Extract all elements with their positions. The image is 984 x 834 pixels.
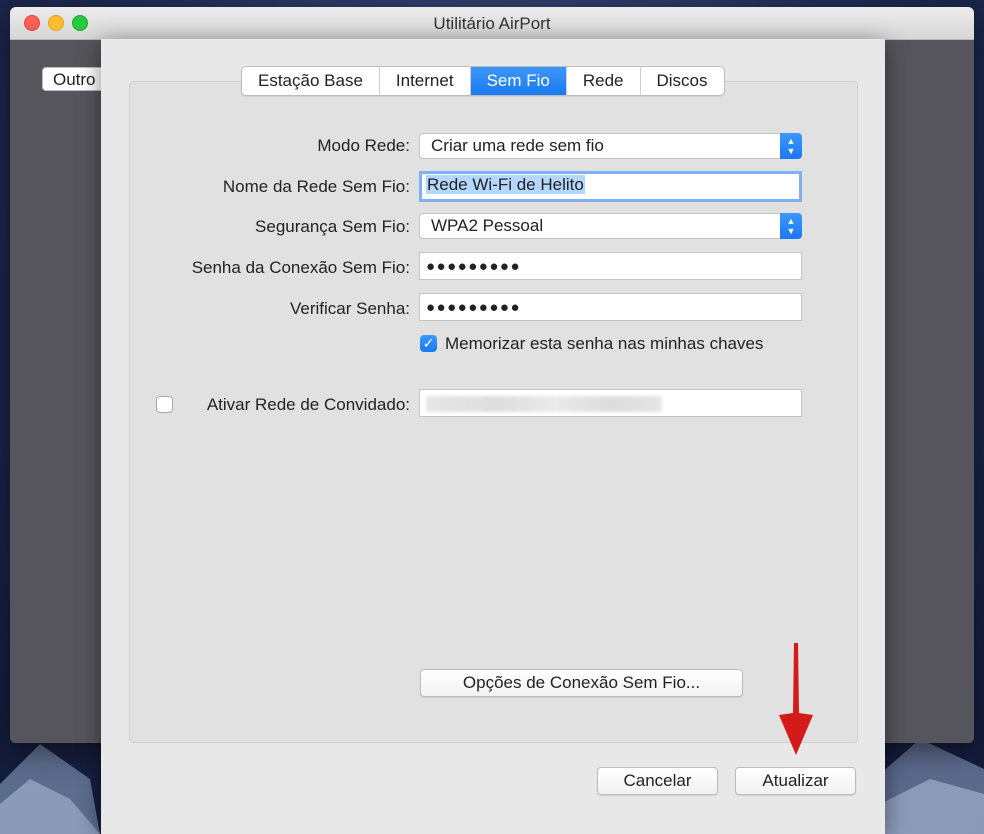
update-button[interactable]: Atualizar [735, 767, 856, 795]
remember-password-label: Memorizar esta senha nas minhas chaves [445, 334, 764, 353]
verify-password-field[interactable]: ●●●●●●●●● [419, 293, 802, 321]
guest-network-label: Ativar Rede de Convidado: [206, 395, 410, 414]
tab-network[interactable]: Rede [567, 67, 641, 95]
tab-wireless[interactable]: Sem Fio [470, 67, 567, 95]
cancel-button[interactable]: Cancelar [597, 767, 718, 795]
tab-bar: Estação Base Internet Sem Fio Rede Disco… [241, 66, 725, 96]
window-title: Utilitário AirPort [433, 14, 551, 33]
password-field[interactable]: ●●●●●●●●● [419, 252, 802, 280]
title-bar: Utilitário AirPort [10, 7, 974, 40]
guest-network-checkbox[interactable] [156, 396, 173, 413]
network-mode-value: Criar uma rede sem fio [431, 136, 604, 155]
network-mode-label: Modo Rede: [317, 136, 410, 155]
network-name-field[interactable]: Rede Wi-Fi de Helito [419, 171, 802, 202]
wireless-options-button[interactable]: Opções de Conexão Sem Fio... [420, 669, 743, 697]
security-label: Segurança Sem Fio: [255, 217, 410, 236]
network-name-label: Nome da Rede Sem Fio: [222, 177, 410, 196]
security-popup[interactable]: WPA2 Pessoal ▲ ▼ [419, 213, 802, 239]
tab-disks[interactable]: Discos [641, 67, 724, 95]
red-down-arrow-icon [779, 643, 813, 755]
security-value: WPA2 Pessoal [431, 216, 544, 235]
remember-password-checkbox[interactable]: ✓ [420, 335, 437, 352]
popup-stepper-icon: ▲ ▼ [780, 213, 802, 239]
redacted-text [426, 396, 662, 412]
settings-sheet: Estação Base Internet Sem Fio Rede Disco… [101, 39, 885, 834]
password-value: ●●●●●●●●● [426, 258, 522, 275]
verify-password-value: ●●●●●●●●● [426, 299, 522, 316]
verify-password-label: Verificar Senha: [289, 299, 410, 318]
checkmark-icon: ✓ [422, 335, 435, 351]
tab-base-station[interactable]: Estação Base [242, 67, 380, 95]
network-name-value: Rede Wi-Fi de Helito [426, 175, 585, 194]
tab-internet[interactable]: Internet [380, 67, 471, 95]
network-mode-popup[interactable]: Criar uma rede sem fio ▲ ▼ [419, 133, 802, 159]
guest-network-name-field[interactable] [419, 389, 802, 417]
popup-stepper-icon: ▲ ▼ [780, 133, 802, 159]
password-label: Senha da Conexão Sem Fio: [191, 258, 410, 277]
